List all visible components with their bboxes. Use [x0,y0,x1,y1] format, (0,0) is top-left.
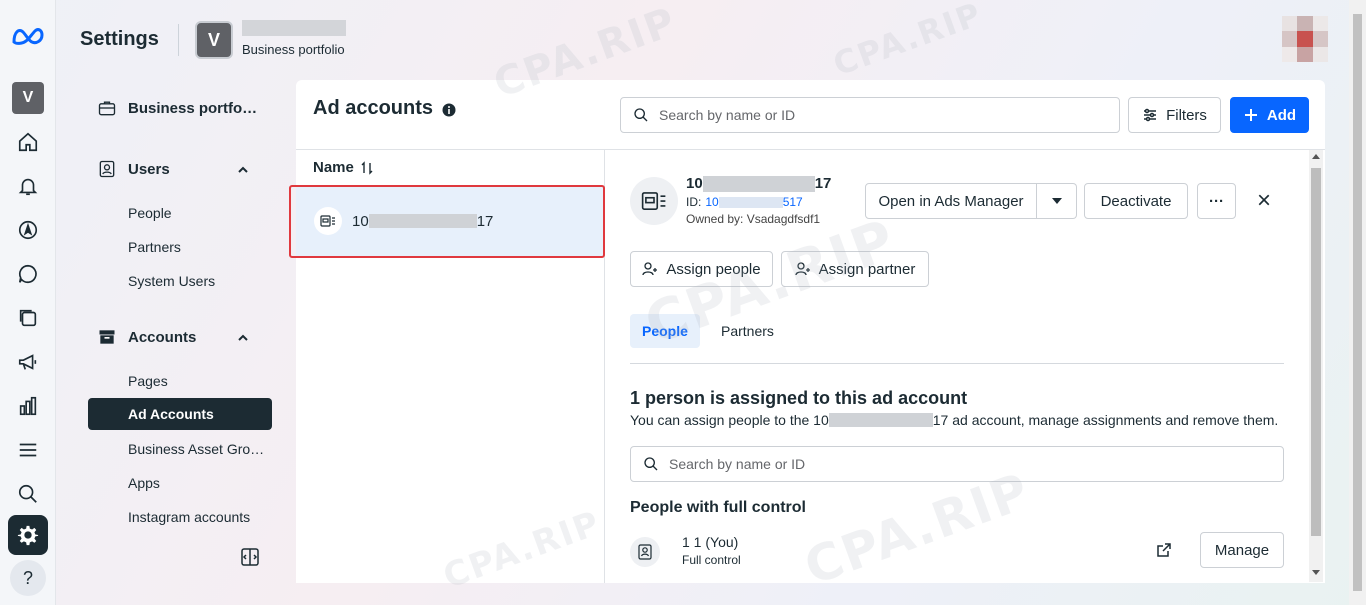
add-button[interactable]: Add [1230,97,1309,133]
page-scrollbar[interactable] [1349,0,1366,605]
sidebar-section-accounts[interactable]: Accounts [88,327,196,347]
chevron-up-icon[interactable] [236,163,250,177]
briefcase-icon [98,101,116,116]
megaphone-icon[interactable] [14,348,42,376]
open-ads-manager-split-button: Open in Ads Manager [865,183,1077,219]
search-field[interactable] [620,97,1120,133]
list-item[interactable]: 10 17 [296,186,604,256]
panel-header: Ad accounts Filters Add [296,80,1325,150]
detail-account-name: 10 17 [686,175,832,192]
redacted-id [828,413,933,427]
users-icon [99,160,115,178]
search-icon [634,108,648,122]
open-ads-manager-dropdown[interactable] [1037,183,1077,219]
assigned-title: 1 person is assigned to this ad account [630,388,968,408]
search-icon [644,457,658,471]
search-input[interactable] [659,107,1099,123]
meta-logo-icon[interactable] [10,24,46,48]
account-avatar[interactable]: V [12,82,44,114]
ad-accounts-list: Name 10 17 [296,150,605,583]
sidebar-section-users[interactable]: Users [88,159,170,179]
info-icon[interactable] [442,103,456,117]
panel-title: Ad accounts [313,97,434,119]
caret-down-icon [1051,198,1062,204]
person-name: 1 1 (You) [682,534,739,550]
people-search-input[interactable] [669,456,1269,472]
page-title: Settings [80,28,159,50]
person-icon [630,537,660,567]
section-title-full-control: People with full control [630,499,806,516]
more-options-button[interactable]: ··· [1197,183,1236,219]
sidebar-item-pages[interactable]: Pages [128,373,168,389]
filter-icon [1144,108,1157,122]
detail-account-id: ID: 10 517 [686,195,803,209]
sidebar-item-label: Business portfo… [128,99,258,117]
filters-label: Filters [1166,106,1207,124]
sidebar-item-system-users[interactable]: System Users [128,273,215,289]
ad-account-icon [314,207,342,235]
ad-accounts-panel: Ad accounts Filters Add Name 10 17 [296,80,1325,583]
user-profile-avatar[interactable] [1282,16,1328,62]
add-person-icon [642,262,658,276]
detail-owner: Owned by: Vsadagdfsdf1 [686,212,821,226]
person-row: 1 1 (You) Full control Manage [630,532,1284,574]
assign-partner-button[interactable]: Assign partner [781,251,929,287]
analytics-icon[interactable] [14,392,42,420]
sidebar-item-people[interactable]: People [128,205,172,221]
tab-people[interactable]: People [630,314,700,348]
plus-icon [1244,109,1257,121]
sidebar-item-ad-accounts[interactable]: Ad Accounts [88,398,272,430]
sidebar-item-partners[interactable]: Partners [128,239,181,255]
settings-icon[interactable] [8,515,48,555]
collapse-sidebar-icon[interactable] [240,547,260,567]
deactivate-button[interactable]: Deactivate [1084,183,1188,219]
detail-tabs: People Partners [630,314,1284,364]
redacted-id [718,196,783,208]
manage-button[interactable]: Manage [1200,532,1284,568]
divider [178,24,179,56]
filters-button[interactable]: Filters [1128,97,1221,133]
sidebar-section-label: Accounts [128,328,197,346]
ad-account-icon [630,177,678,225]
people-search-field[interactable] [630,446,1284,482]
external-link-icon[interactable] [1156,542,1172,558]
assign-people-button[interactable]: Assign people [630,251,773,287]
menu-icon[interactable] [14,436,42,464]
navigation-icon[interactable] [14,216,42,244]
watermark: CPA.RIP [828,0,988,84]
sidebar-item-business-asset-groups[interactable]: Business Asset Gro… [128,441,264,457]
portfolio-name-redacted [242,20,346,36]
sort-icon [361,160,373,175]
tab-partners[interactable]: Partners [709,314,786,348]
sidebar-item-apps[interactable]: Apps [128,475,160,491]
portfolio-subtitle: Business portfolio [242,42,345,57]
sidebar-section-label: Users [128,160,170,178]
column-header-name[interactable]: Name [313,159,374,176]
notifications-icon[interactable] [14,172,42,200]
add-partner-icon [794,262,810,276]
pages-icon[interactable] [14,304,42,332]
assigned-description: You can assign people to the 10 17 ad ac… [630,412,1279,428]
person-role: Full control [682,553,741,567]
sidebar-item-business-portfolio[interactable]: Business portfo… [88,98,257,118]
home-icon[interactable] [14,128,42,156]
search-icon[interactable] [14,480,42,508]
portfolio-avatar[interactable]: V [195,21,233,59]
open-ads-manager-button[interactable]: Open in Ads Manager [865,183,1037,219]
add-label: Add [1266,106,1297,124]
redacted-id [368,214,477,228]
redacted-id [702,175,815,192]
ad-account-detail: 10 17 ID: 10 517 Owned by: Vsadagdfsdf1 … [606,150,1325,583]
sidebar-item-instagram-accounts[interactable]: Instagram accounts [128,509,250,525]
archive-icon [99,330,115,344]
chevron-up-icon[interactable] [236,331,250,345]
detail-scrollbar[interactable] [1309,150,1323,582]
ad-account-name: 10 17 [352,212,494,230]
help-icon[interactable]: ? [10,560,46,596]
messages-icon[interactable] [14,260,42,288]
close-button[interactable]: × [1246,183,1282,219]
global-nav-rail: V ? [0,0,56,605]
